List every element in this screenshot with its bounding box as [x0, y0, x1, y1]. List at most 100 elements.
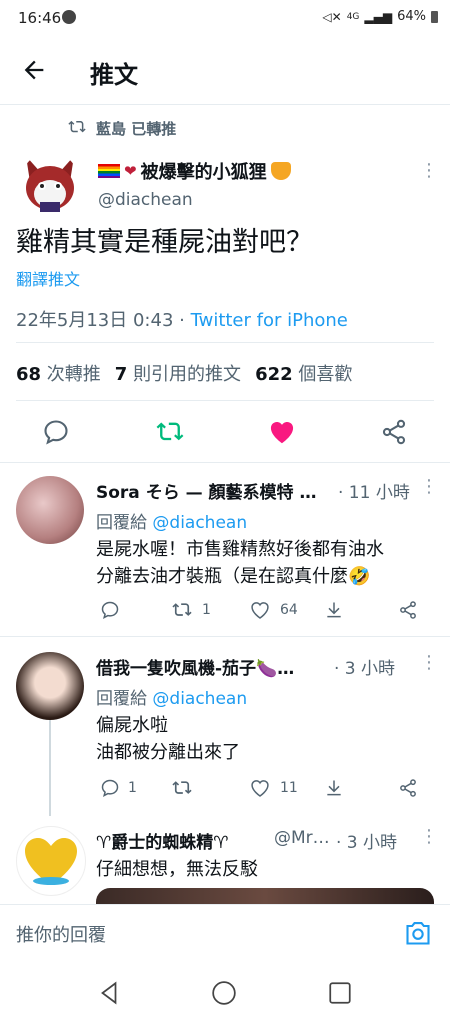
network-label: 4G [346, 11, 360, 22]
compose-bar: 推你的回覆 [0, 904, 450, 963]
reply-icon[interactable] [42, 418, 70, 446]
status-icons: ◁✕ 4G ▂▄▆ 64% [322, 9, 438, 24]
heart-organ-icon: ❤ [124, 162, 137, 180]
reply-text-line: 分離去油才裝瓶（是在認真什麼🤣 [96, 566, 371, 587]
reply-item[interactable]: 借我一隻吹風機-茄子🍆… · 3 小時 ⋮ 回覆給 @diachean 偏屍水啦… [0, 636, 450, 816]
reply-to-line: 回覆給 @diachean [96, 508, 247, 533]
share-icon[interactable] [398, 778, 418, 798]
system-nav-bar [0, 962, 450, 1024]
tweet-timestamp: 22年5月13日 0:43 · [16, 310, 191, 331]
reply-author-name[interactable]: 借我一隻吹風機-茄子🍆… [96, 654, 294, 679]
reply-actions: 1 64 [96, 600, 426, 624]
reply-time: · 3 小時 [336, 833, 398, 853]
home-circle-icon[interactable] [211, 980, 237, 1006]
rainbow-flag-icon [98, 164, 120, 178]
like-stat[interactable]: 622 個喜歡 [255, 360, 352, 386]
quote-label: 則引用的推文 [133, 364, 242, 385]
reply-author-name[interactable]: Sora そら — 顏藝系模特 … [96, 478, 316, 503]
reply-item[interactable]: ♈爵士的蜘蛛精♈ @Mr… · 3 小時 ⋮ 仔細想想，無法反駁 [0, 816, 450, 904]
retweet-icon [68, 120, 86, 133]
reply-text: 仔細想想，無法反駁 [96, 859, 258, 880]
signal-icon: ▂▄▆ [364, 9, 393, 24]
reply-input[interactable]: 推你的回覆 [16, 921, 106, 947]
status-time: 16:46 [18, 9, 62, 27]
reply-handle[interactable]: @Mr… [274, 828, 330, 848]
reply-like-count: 64 [280, 602, 298, 618]
translate-link[interactable]: 翻譯推文 [16, 266, 80, 290]
more-options-icon[interactable]: ⋮ [420, 160, 438, 181]
reply-text: 偏屍水啦 油都被分離出來了 [96, 712, 240, 766]
status-bar: 16:46 ◁✕ 4G ▂▄▆ 64% [0, 0, 450, 38]
reply-icon[interactable] [100, 600, 120, 620]
page-title: 推文 [90, 61, 138, 89]
camera-icon[interactable] [404, 920, 432, 946]
reply-like-count: 11 [280, 780, 298, 796]
reply-icon[interactable] [100, 778, 120, 798]
reply-author-name[interactable]: ♈爵士的蜘蛛精♈ [96, 828, 228, 853]
retweet-banner-text: 藍島 已轉推 [96, 120, 177, 138]
meta-divider [16, 342, 434, 343]
retweet-banner[interactable]: 藍島 已轉推 [68, 118, 176, 139]
retweet-label: 次轉推 [46, 364, 101, 385]
download-icon[interactable] [324, 600, 344, 620]
tweet-source[interactable]: Twitter for iPhone [191, 310, 348, 331]
author-name: 被爆擊的小狐狸 [140, 162, 267, 183]
reply-media-image[interactable] [96, 888, 434, 904]
reply-to-label: 回覆給 [96, 513, 147, 533]
stats-divider [16, 400, 434, 401]
author-avatar[interactable] [20, 152, 80, 216]
reply-to-line: 回覆給 @diachean [96, 684, 247, 709]
reply-time: · 3 小時 [334, 659, 396, 679]
heart-logo-image [25, 838, 77, 885]
reply-text-line: 是屍水喔！市售雞精熬好後都有油水 [96, 539, 384, 560]
retweet-icon[interactable] [172, 600, 192, 620]
fox-emoji-icon [270, 162, 291, 180]
reply-avatar[interactable] [16, 826, 86, 896]
battery-icon [431, 10, 438, 23]
reply-avatar[interactable] [16, 476, 84, 544]
tweet-meta: 22年5月13日 0:43 · Twitter for iPhone [16, 306, 348, 332]
reply-text-line: 偏屍水啦 [96, 715, 168, 736]
thread-line [49, 720, 51, 816]
reply-retweet-count: 1 [202, 602, 211, 618]
quote-stat[interactable]: 7 則引用的推文 [115, 360, 241, 386]
reply-time: · 11 小時 [338, 483, 410, 503]
like-icon[interactable] [250, 778, 270, 798]
author-name-row[interactable]: ❤ 被爆擊的小狐狸 [98, 158, 291, 184]
back-triangle-icon[interactable] [96, 980, 122, 1006]
reply-item[interactable]: Sora そら — 顏藝系模特 … · 11 小時 ⋮ 回覆給 @diachea… [0, 462, 450, 636]
back-arrow-icon[interactable] [20, 56, 48, 84]
battery-level: 64% [397, 9, 426, 24]
retweet-action-icon[interactable] [156, 418, 184, 446]
author-handle[interactable]: @diachean [98, 190, 193, 210]
reply-actions: 1 11 [96, 778, 426, 802]
retweet-icon[interactable] [172, 778, 192, 798]
reply-to-handle[interactable]: @diachean [152, 513, 247, 533]
reply-more-icon[interactable]: ⋮ [420, 826, 438, 847]
reply-to-handle[interactable]: @diachean [152, 689, 247, 709]
reply-more-icon[interactable]: ⋮ [420, 476, 438, 497]
like-icon[interactable] [250, 600, 270, 620]
reply-reply-count: 1 [128, 780, 137, 796]
like-count: 622 [255, 364, 293, 385]
like-label: 個喜歡 [298, 364, 353, 385]
share-icon[interactable] [380, 418, 408, 446]
quote-count: 7 [114, 364, 128, 385]
reply-text: 是屍水喔！市售雞精熬好後都有油水 分離去油才裝瓶（是在認真什麼🤣 [96, 536, 384, 590]
download-icon[interactable] [324, 778, 344, 798]
retweet-count: 68 [16, 364, 42, 385]
messenger-icon [62, 10, 76, 24]
reply-avatar[interactable] [16, 652, 84, 720]
top-bar: 推文 [0, 38, 450, 104]
retweet-stat[interactable]: 68 次轉推 [16, 360, 101, 386]
like-action-icon[interactable] [268, 418, 296, 446]
reply-more-icon[interactable]: ⋮ [420, 652, 438, 673]
fox-avatar-image [26, 156, 74, 212]
mute-icon: ◁✕ [322, 9, 342, 24]
header-divider [0, 104, 450, 105]
reply-text-line: 油都被分離出來了 [96, 742, 240, 763]
recents-square-icon[interactable] [327, 980, 353, 1006]
tweet-stats: 68 次轉推 7 則引用的推文 622 個喜歡 [16, 360, 352, 386]
tweet-text: 雞精其實是種屍油對吧？ [16, 227, 313, 258]
share-icon[interactable] [398, 600, 418, 620]
